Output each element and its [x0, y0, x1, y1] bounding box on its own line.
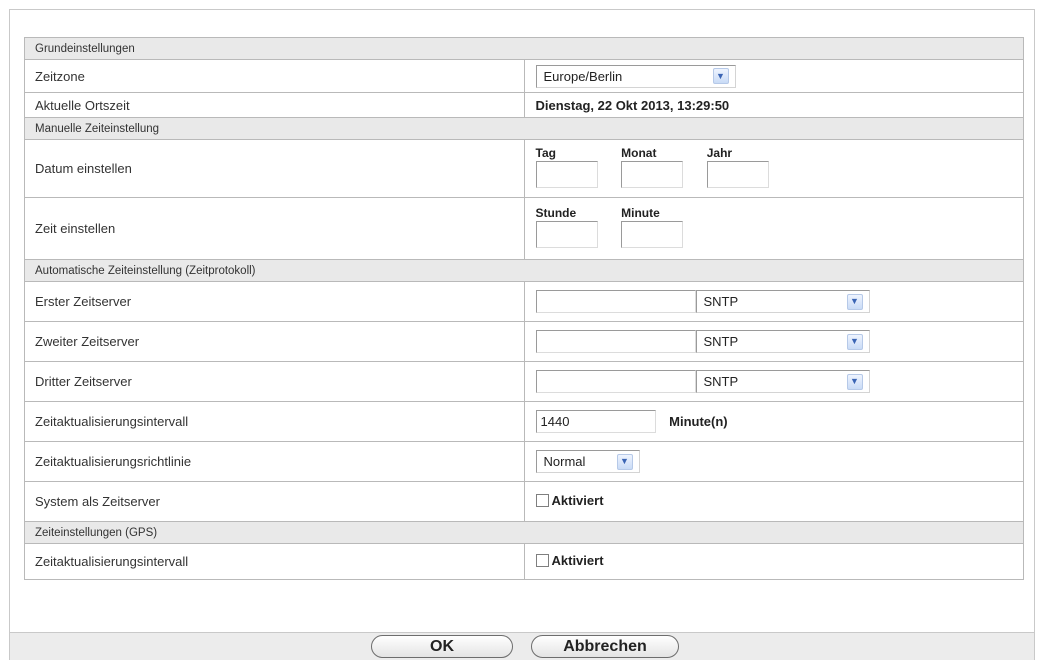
- stunde-group: Stunde: [535, 206, 598, 251]
- row-gps-intervall: Zeitaktualisierungsintervall Aktiviert: [24, 543, 1024, 580]
- minute-caption: Minute: [621, 206, 660, 220]
- section-header-auto: Automatische Zeiteinstellung (Zeitprotok…: [24, 259, 1024, 282]
- intervall-unit: Minute(n): [669, 414, 728, 429]
- server3-label: Dritter Zeitserver: [24, 361, 525, 402]
- ok-button[interactable]: OK: [371, 635, 513, 658]
- section-title: Automatische Zeiteinstellung (Zeitprotok…: [24, 259, 1024, 282]
- server3-cell: SNTP ▼: [523, 361, 1024, 402]
- jahr-group: Jahr: [706, 146, 769, 191]
- systemserver-cell: Aktiviert: [523, 481, 1024, 522]
- systemserver-label: System als Zeitserver: [24, 481, 525, 522]
- intervall-cell: 1440 Minute(n): [523, 401, 1024, 442]
- row-server2: Zweiter Zeitserver SNTP ▼: [24, 321, 1024, 362]
- row-server1: Erster Zeitserver SNTP ▼: [24, 281, 1024, 322]
- server3-protocol-value: SNTP: [703, 374, 739, 389]
- monat-group: Monat: [621, 146, 684, 191]
- row-intervall: Zeitaktualisierungsintervall 1440 Minute…: [24, 401, 1024, 442]
- server1-cell: SNTP ▼: [523, 281, 1024, 322]
- section-title: Manuelle Zeiteinstellung: [24, 117, 1024, 140]
- row-zeitzone: Zeitzone Europe/Berlin ▼: [24, 59, 1024, 93]
- server2-input[interactable]: [535, 330, 696, 353]
- section-header-manuell: Manuelle Zeiteinstellung: [24, 117, 1024, 140]
- ortszeit-value: Dienstag, 22 Okt 2013, 13:29:50: [523, 92, 1024, 118]
- row-datum: Datum einstellen Tag Monat Jahr: [24, 139, 1024, 198]
- row-richtlinie: Zeitaktualisierungsrichtlinie Normal ▼: [24, 441, 1024, 482]
- server1-protocol-select[interactable]: SNTP ▼: [695, 290, 870, 313]
- cancel-button[interactable]: Abbrechen: [531, 635, 679, 658]
- intervall-input[interactable]: 1440: [535, 410, 656, 433]
- jahr-caption: Jahr: [706, 146, 733, 160]
- tag-input[interactable]: [535, 161, 598, 188]
- server1-input[interactable]: [535, 290, 696, 313]
- zeitzone-select[interactable]: Europe/Berlin ▼: [535, 64, 736, 88]
- server2-protocol-value: SNTP: [703, 334, 739, 349]
- stunde-caption: Stunde: [535, 206, 577, 220]
- zeit-label: Zeit einstellen: [24, 197, 525, 260]
- time-settings-table: Grundeinstellungen Zeitzone Europe/Berli…: [24, 37, 1024, 580]
- section-header-gps: Zeiteinstellungen (GPS): [24, 521, 1024, 544]
- richtlinie-value: Normal: [543, 454, 586, 469]
- zeitzone-label: Zeitzone: [24, 59, 525, 93]
- server1-protocol-value: SNTP: [703, 294, 739, 309]
- server2-label: Zweiter Zeitserver: [24, 321, 525, 362]
- minute-input[interactable]: [621, 221, 684, 248]
- stunde-input[interactable]: [535, 221, 598, 248]
- chevron-down-icon: ▼: [846, 333, 863, 350]
- minute-group: Minute: [621, 206, 684, 251]
- tag-caption: Tag: [535, 146, 556, 160]
- systemserver-checkbox[interactable]: [535, 494, 549, 507]
- row-zeit: Zeit einstellen Stunde Minute: [24, 197, 1024, 260]
- gps-checkbox[interactable]: [535, 554, 549, 567]
- section-title: Zeiteinstellungen (GPS): [24, 521, 1024, 544]
- chevron-down-icon: ▼: [846, 373, 863, 390]
- section-title: Grundeinstellungen: [24, 37, 1024, 60]
- gps-intervall-label: Zeitaktualisierungsintervall: [24, 543, 525, 580]
- systemserver-checkbox-label[interactable]: Aktiviert: [552, 493, 604, 508]
- gps-checkbox-label[interactable]: Aktiviert: [552, 553, 604, 568]
- chevron-down-icon: ▼: [616, 453, 633, 470]
- server3-input[interactable]: [535, 370, 696, 393]
- zeit-cell: Stunde Minute: [523, 197, 1024, 260]
- jahr-input[interactable]: [706, 161, 769, 188]
- settings-panel: Grundeinstellungen Zeitzone Europe/Berli…: [9, 9, 1035, 660]
- zeitzone-cell: Europe/Berlin ▼: [523, 59, 1024, 93]
- tag-group: Tag: [535, 146, 598, 191]
- richtlinie-label: Zeitaktualisierungsrichtlinie: [24, 441, 525, 482]
- intervall-label: Zeitaktualisierungsintervall: [24, 401, 525, 442]
- gps-intervall-cell: Aktiviert: [523, 543, 1024, 580]
- chevron-down-icon: ▼: [846, 293, 863, 310]
- monat-input[interactable]: [621, 161, 684, 188]
- richtlinie-cell: Normal ▼: [523, 441, 1024, 482]
- button-bar: OK Abbrechen: [10, 632, 1034, 660]
- row-server3: Dritter Zeitserver SNTP ▼: [24, 361, 1024, 402]
- row-ortszeit: Aktuelle Ortszeit Dienstag, 22 Okt 2013,…: [24, 92, 1024, 118]
- richtlinie-select[interactable]: Normal ▼: [535, 450, 640, 473]
- zeitzone-value: Europe/Berlin: [543, 68, 623, 84]
- server2-cell: SNTP ▼: [523, 321, 1024, 362]
- row-systemserver: System als Zeitserver Aktiviert: [24, 481, 1024, 522]
- server1-label: Erster Zeitserver: [24, 281, 525, 322]
- server3-protocol-select[interactable]: SNTP ▼: [695, 370, 870, 393]
- server2-protocol-select[interactable]: SNTP ▼: [695, 330, 870, 353]
- systemserver-checkbox-wrap[interactable]: Aktiviert: [535, 493, 604, 508]
- chevron-down-icon: ▼: [712, 68, 729, 84]
- datum-cell: Tag Monat Jahr: [523, 139, 1024, 198]
- gps-checkbox-wrap[interactable]: Aktiviert: [535, 553, 604, 568]
- monat-caption: Monat: [621, 146, 657, 160]
- datum-label: Datum einstellen: [24, 139, 525, 198]
- section-header-grundeinstellungen: Grundeinstellungen: [24, 37, 1024, 60]
- ortszeit-label: Aktuelle Ortszeit: [24, 92, 525, 118]
